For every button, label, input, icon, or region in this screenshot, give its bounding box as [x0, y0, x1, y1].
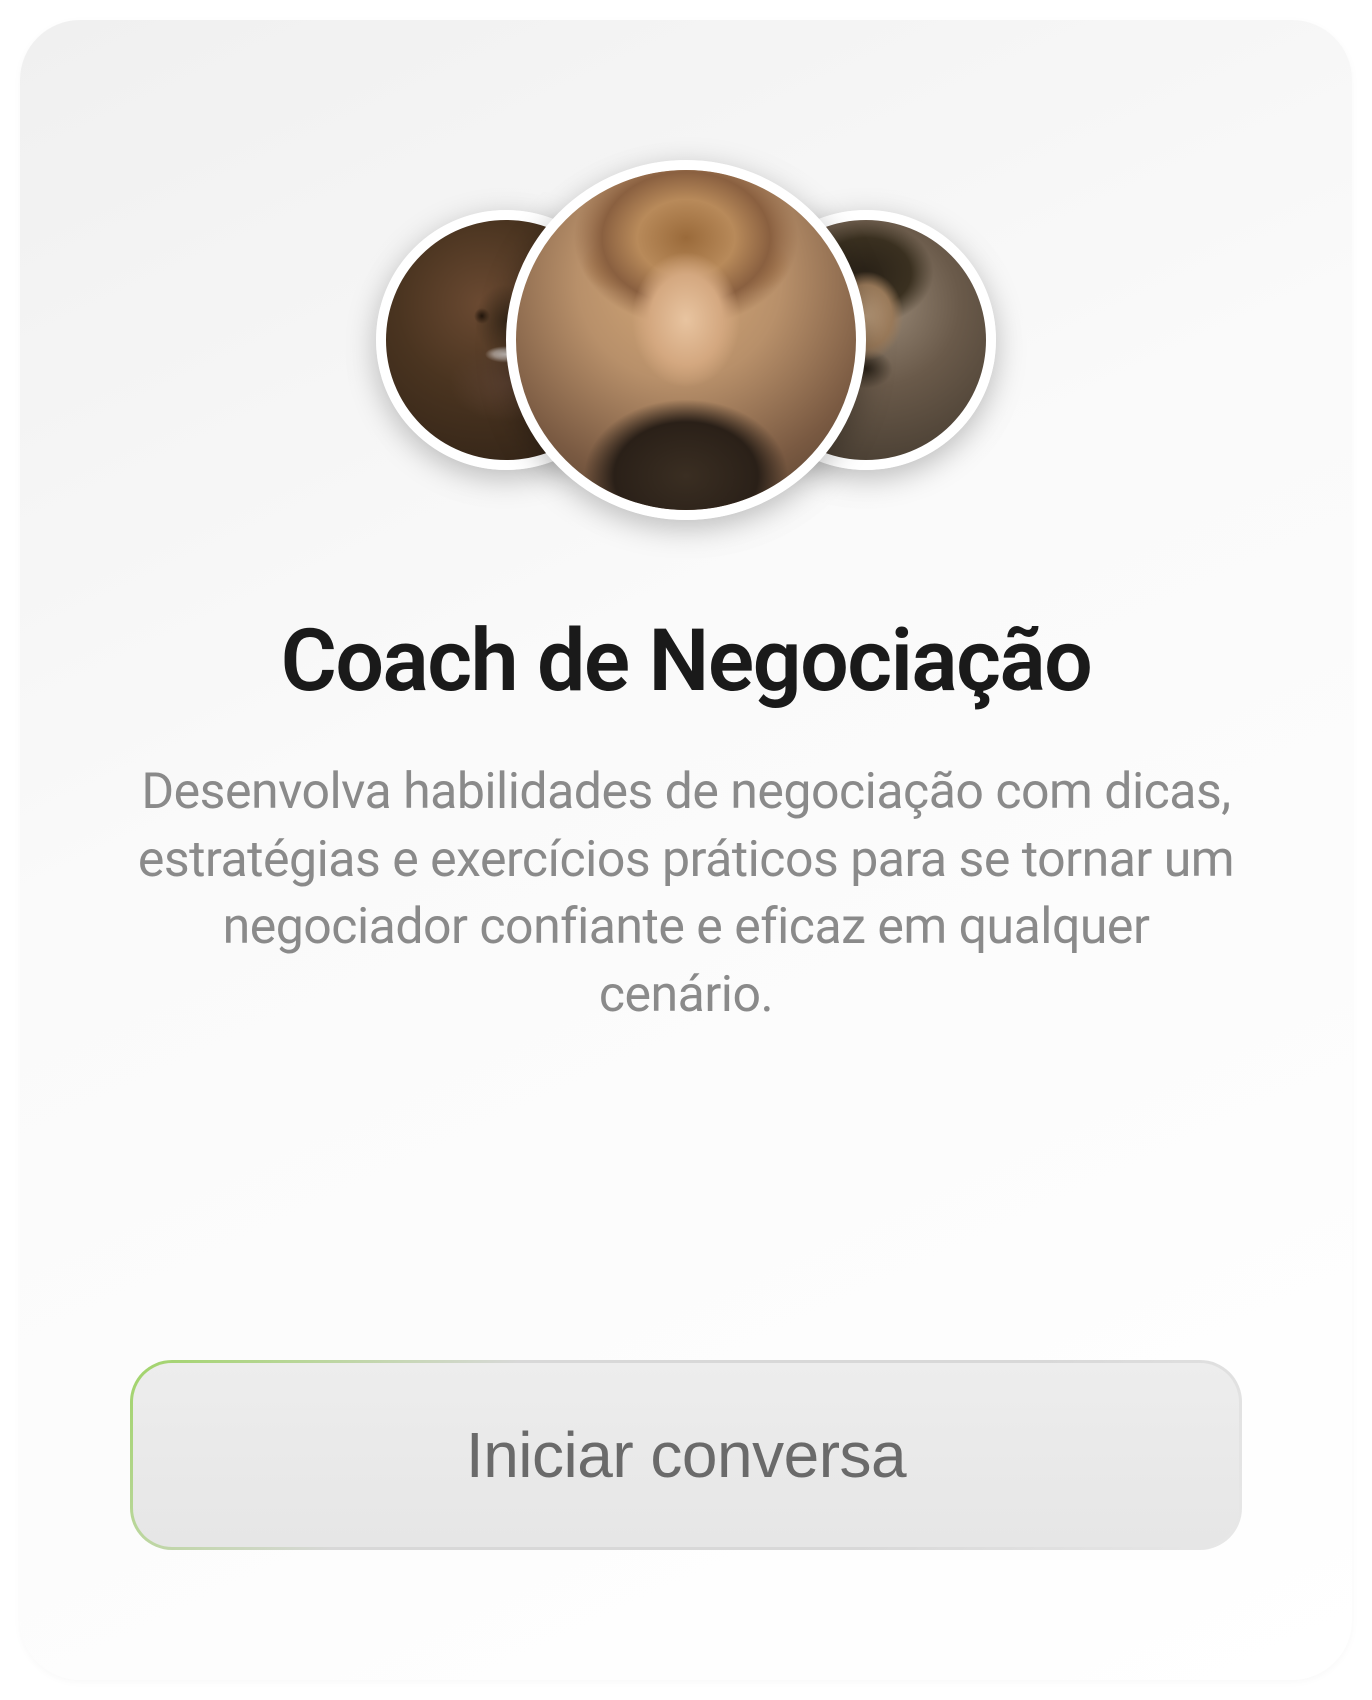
card-title: Coach de Negociação — [281, 610, 1092, 711]
coach-card: Coach de Negociação Desenvolva habilidad… — [20, 20, 1352, 1680]
avatar-group — [346, 160, 1026, 520]
start-button-wrapper: Iniciar conversa — [130, 1360, 1242, 1550]
start-conversation-button[interactable]: Iniciar conversa — [133, 1363, 1239, 1547]
card-description: Desenvolva habilidades de negociação com… — [136, 759, 1236, 1029]
avatar-center — [506, 160, 866, 520]
